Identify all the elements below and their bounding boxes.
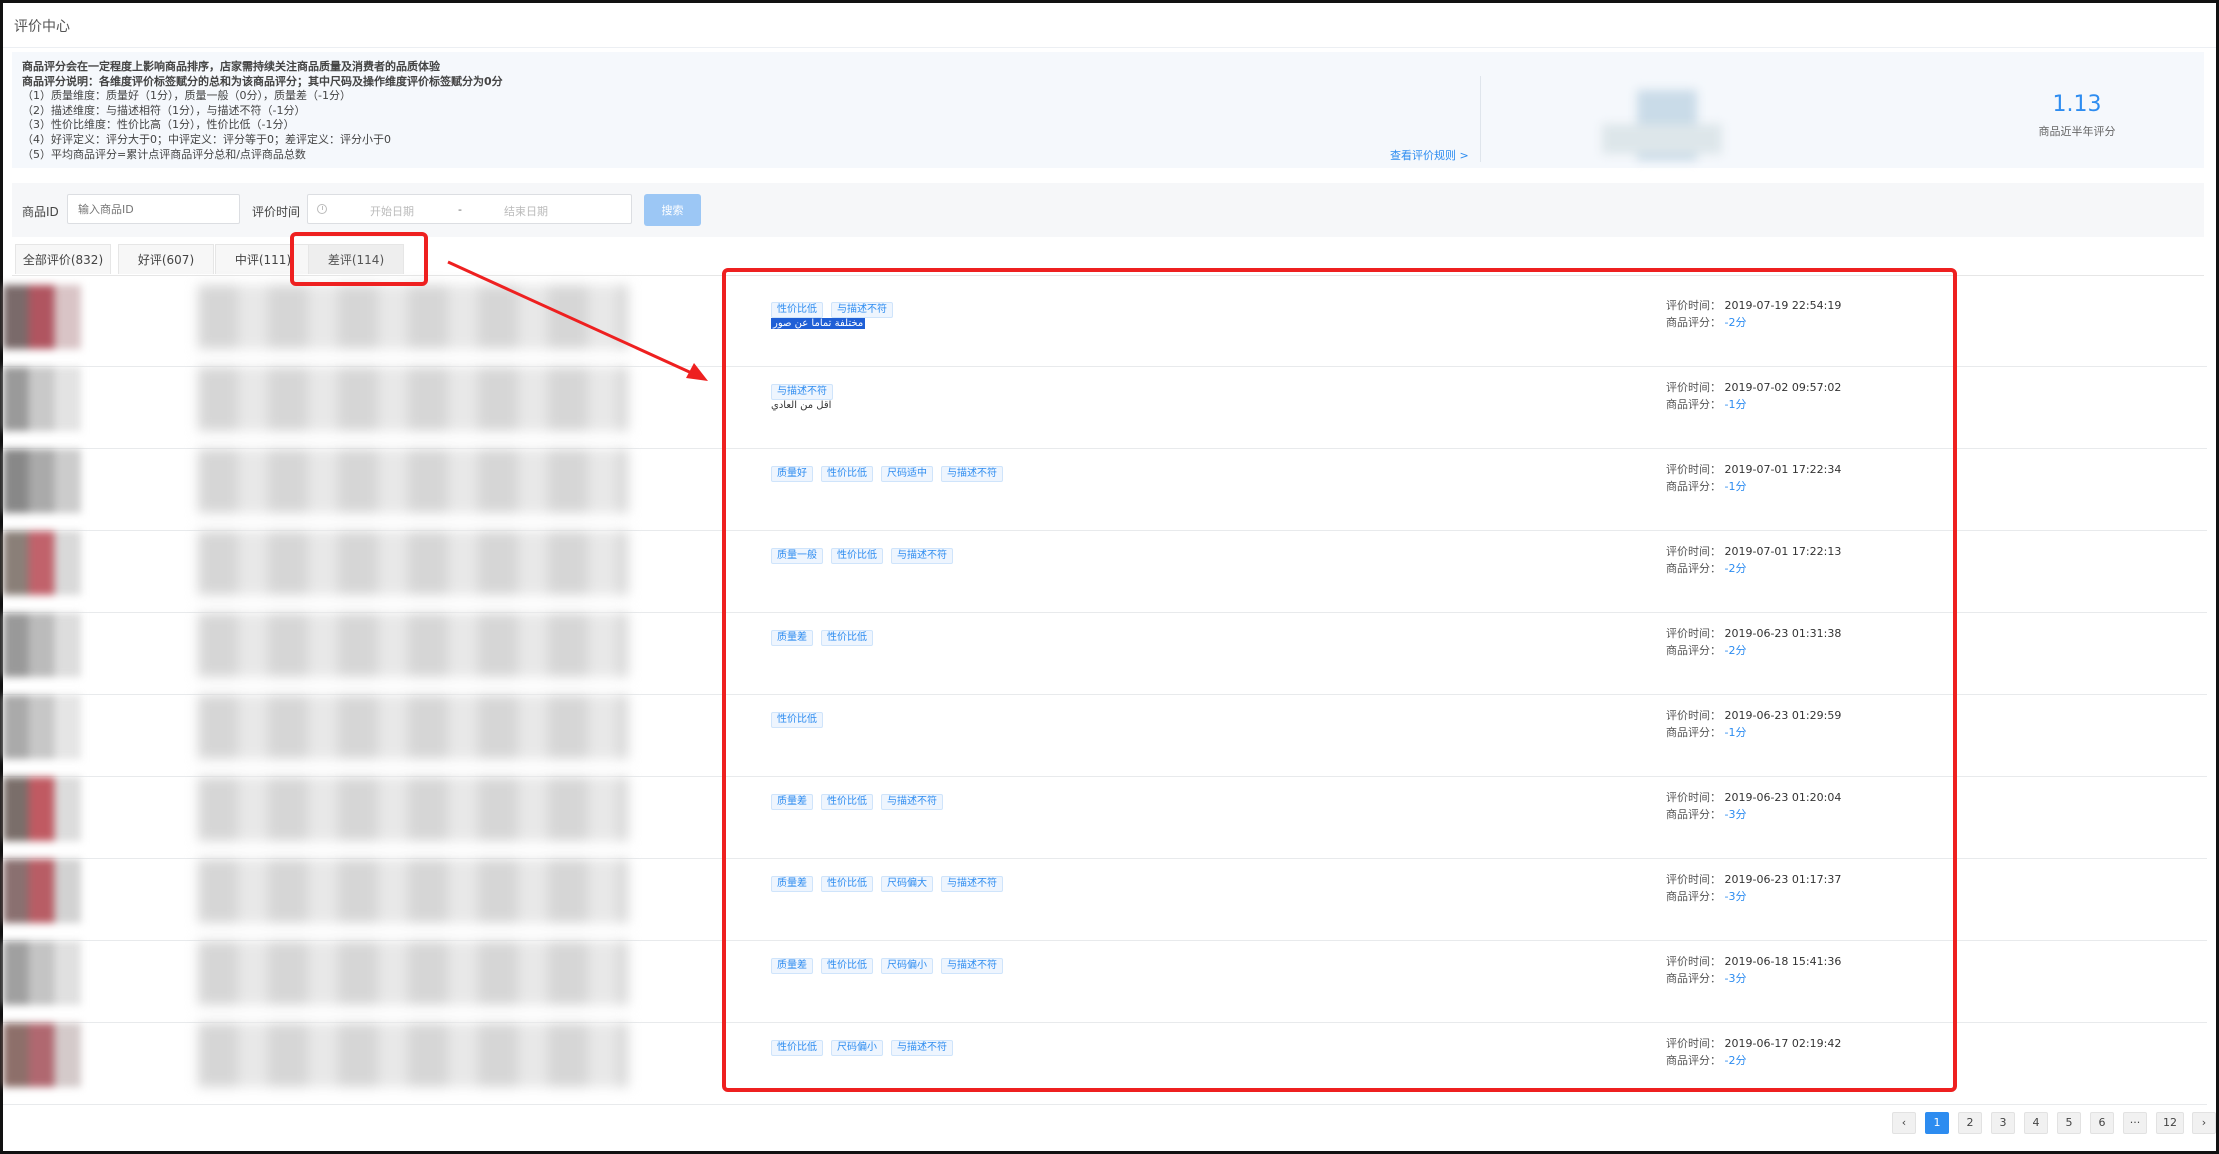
page-button-12[interactable]: 12 (2156, 1112, 2184, 1134)
page-button-more[interactable]: ··· (2123, 1112, 2147, 1134)
annotation-arrow (447, 260, 708, 381)
page-button-2[interactable]: 2 (1958, 1112, 1982, 1134)
prev-page-button[interactable]: ‹ (1892, 1112, 1916, 1134)
page-button-4[interactable]: 4 (2024, 1112, 2048, 1134)
page-button-5[interactable]: 5 (2057, 1112, 2081, 1134)
next-page-button[interactable]: › (2192, 1112, 2216, 1134)
page-button-1[interactable]: 1 (1925, 1112, 1949, 1134)
page-button-6[interactable]: 6 (2090, 1112, 2114, 1134)
page-button-3[interactable]: 3 (1991, 1112, 2015, 1134)
